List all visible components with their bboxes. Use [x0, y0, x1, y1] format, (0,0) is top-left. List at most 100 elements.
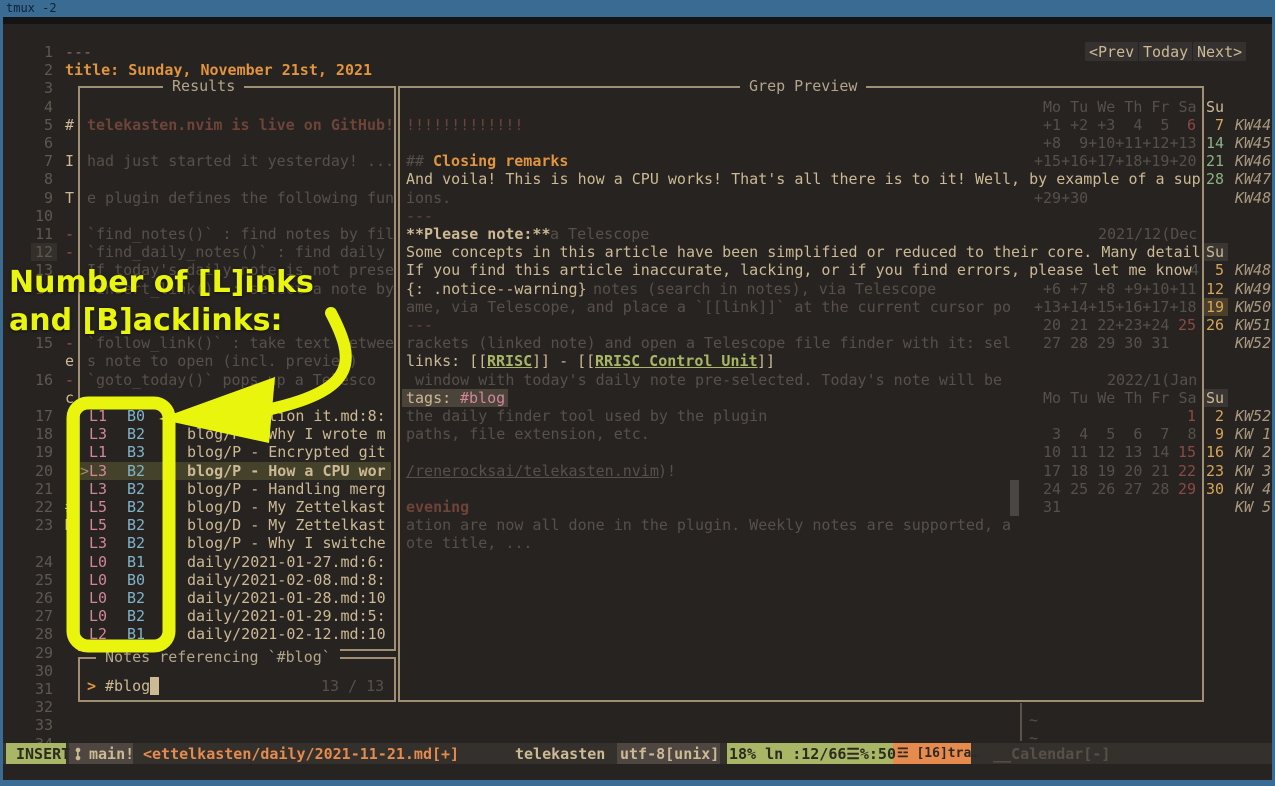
result-label: blog/P - How a CPU wor — [187, 462, 386, 480]
tmux-title-text: tmux -2 — [6, 1, 57, 15]
mode-indicator: INSERT — [16, 745, 70, 763]
links-count: L0 — [89, 571, 107, 589]
calendar-weekday-header: Mo Tu We Th Fr Sa — [1034, 389, 1197, 407]
preview-text: ]] - [[ — [532, 352, 595, 370]
calendar-week-row: 3 4 5 6 7 8 — [1034, 425, 1197, 443]
search-input[interactable]: #blog — [105, 677, 150, 695]
backlinks-count: B2 — [127, 516, 145, 534]
result-label: daily/2021-02-12.md:10 — [187, 625, 386, 643]
backlinks-count: B2 — [127, 425, 145, 443]
calendar-weekday-header: Mo Tu We Th Fr Sa — [1034, 98, 1197, 116]
calendar-prev-button[interactable]: <Prev — [1089, 43, 1134, 61]
preview-text: rackets (linked note) and open a Telesco… — [406, 334, 1011, 352]
calendar-saturday: 29 — [1169, 480, 1196, 498]
calendar-sunday: 12 — [1206, 280, 1224, 298]
gutter-line-number: 18 — [29, 425, 53, 443]
prompt-title: Notes referencing `#blog` — [96, 648, 340, 666]
result-label: blog/P - Why I wrote m — [187, 425, 386, 443]
calendar-sunday: 9 — [1206, 425, 1224, 443]
calendar-week-row: 4 — [1190, 261, 1199, 279]
git-branch-icon — [75, 747, 85, 761]
result-label: blog/D - My Zettelkast — [187, 516, 386, 534]
preview-text: --- — [406, 207, 433, 225]
result-label: daily/2021-02-08.md:8: — [187, 571, 386, 589]
buffer-text: F — [65, 462, 74, 480]
links-count: L1 — [89, 407, 107, 425]
down-arrow-icon: ⬇ — [165, 480, 174, 498]
calendar-week-row: +1 +2 +3 4 5 — [1034, 116, 1169, 134]
calendar-week-number: KW48 — [1235, 189, 1271, 207]
git-branch: main! — [89, 745, 134, 763]
gutter-line-number: 24 — [29, 553, 53, 571]
calendar-week-number: KW48 — [1235, 261, 1271, 279]
down-arrow-icon: ⬇ — [165, 498, 174, 516]
results-dim-text: `goto_today()` pops up a Telesco — [87, 371, 376, 389]
preview-text: ## — [406, 152, 424, 170]
result-label: daily/2021-01-28.md:10 — [187, 589, 386, 607]
links-count: L1 — [89, 443, 107, 461]
buffer-text: --- — [65, 43, 92, 61]
links-count: L0 — [89, 589, 107, 607]
calendar-sunday: 2 — [1206, 407, 1224, 425]
backlinks-count: B0 — [127, 407, 145, 425]
gutter-line-number: 25 — [29, 571, 53, 589]
links-count: L5 — [89, 498, 107, 516]
gutter-line-number: 22 — [29, 498, 53, 516]
gutter-line-number: 28 — [29, 625, 53, 643]
scroll-indicator — [1010, 480, 1019, 516]
buffer-text: e — [65, 352, 74, 370]
calendar-sunday-header: Su — [1206, 243, 1224, 261]
buffer-text: # — [65, 116, 74, 134]
gutter-line-number: 26 — [29, 589, 53, 607]
buffer-text: M — [65, 516, 74, 534]
calendar-week-number: KW46 — [1235, 152, 1271, 170]
gutter-line-number: 12 — [29, 243, 53, 261]
preview-text: --- — [406, 316, 433, 334]
calendar-week-number: KW47 — [1235, 170, 1271, 188]
calendar-week-row: +6 +7 +8 +9+10+11 — [1034, 280, 1197, 298]
tmux-titlebar: tmux -2 — [0, 0, 1275, 17]
calendar-sunday: 19 — [1206, 298, 1224, 316]
backlinks-count: B0 — [127, 571, 145, 589]
preview-text: ote title, ... — [406, 534, 532, 552]
preview-text: {: .notice--warning} — [406, 280, 587, 298]
links-count: L0 — [89, 607, 107, 625]
preview-text: )! — [658, 462, 676, 480]
gutter-line-number: 23 — [29, 516, 53, 534]
backlinks-count: B2 — [127, 589, 145, 607]
calendar-week-row: +29+30 — [1034, 189, 1088, 207]
buffer-text: - — [65, 425, 74, 443]
backlinks-count: B1 — [127, 553, 145, 571]
buffer-text: # — [65, 498, 74, 516]
match-counter: 13 / 13 — [321, 677, 384, 695]
down-arrow-icon: ⬇ — [165, 553, 174, 571]
links-count: L3 — [89, 462, 107, 480]
filetype: telekasten — [515, 745, 605, 763]
selection-caret: > — [80, 462, 89, 480]
prompt-caret: > — [87, 677, 96, 695]
preview-text: evening — [406, 498, 469, 516]
calendar-today-button[interactable]: Today — [1143, 43, 1188, 61]
calendar-week-number: KW51 — [1235, 316, 1271, 334]
preview-text: !!!!!!!!!!!!! — [406, 116, 523, 134]
buffer-text: - — [65, 243, 74, 261]
calendar-week-number: KW44 — [1235, 116, 1271, 134]
backlinks-count: B2 — [127, 498, 145, 516]
preview-text: Some concepts in this article have been … — [406, 243, 1201, 261]
gutter-line-number: 7 — [29, 152, 53, 170]
calendar-saturday: 22 — [1169, 462, 1196, 480]
calendar-week-row: +8 9+10+11+12+13 — [1034, 134, 1197, 152]
gutter-line-number: 3 — [29, 79, 53, 97]
down-arrow-icon: ⬇ — [165, 534, 174, 552]
warning-segment: ☲ [16]tra… — [897, 745, 979, 763]
terminal-window: tmux -2 Results Grep Preview Notes refer… — [0, 0, 1275, 786]
calendar-week-number: KW45 — [1235, 134, 1271, 152]
calendar-week-number: KW52 — [1235, 407, 1271, 425]
result-label: blog/P - Encrypted git — [187, 443, 386, 461]
calendar-next-button[interactable]: Next> — [1197, 43, 1242, 61]
preview-text: notes (search in notes), via Telescope — [593, 280, 936, 298]
calendar-sunday-header: Su — [1206, 98, 1224, 116]
preview-text: ame, via Telescope, and place a `[[link]… — [406, 298, 1011, 316]
calendar-saturday: 25 — [1169, 316, 1196, 334]
calendar-week-number: KW 2 — [1235, 443, 1271, 461]
